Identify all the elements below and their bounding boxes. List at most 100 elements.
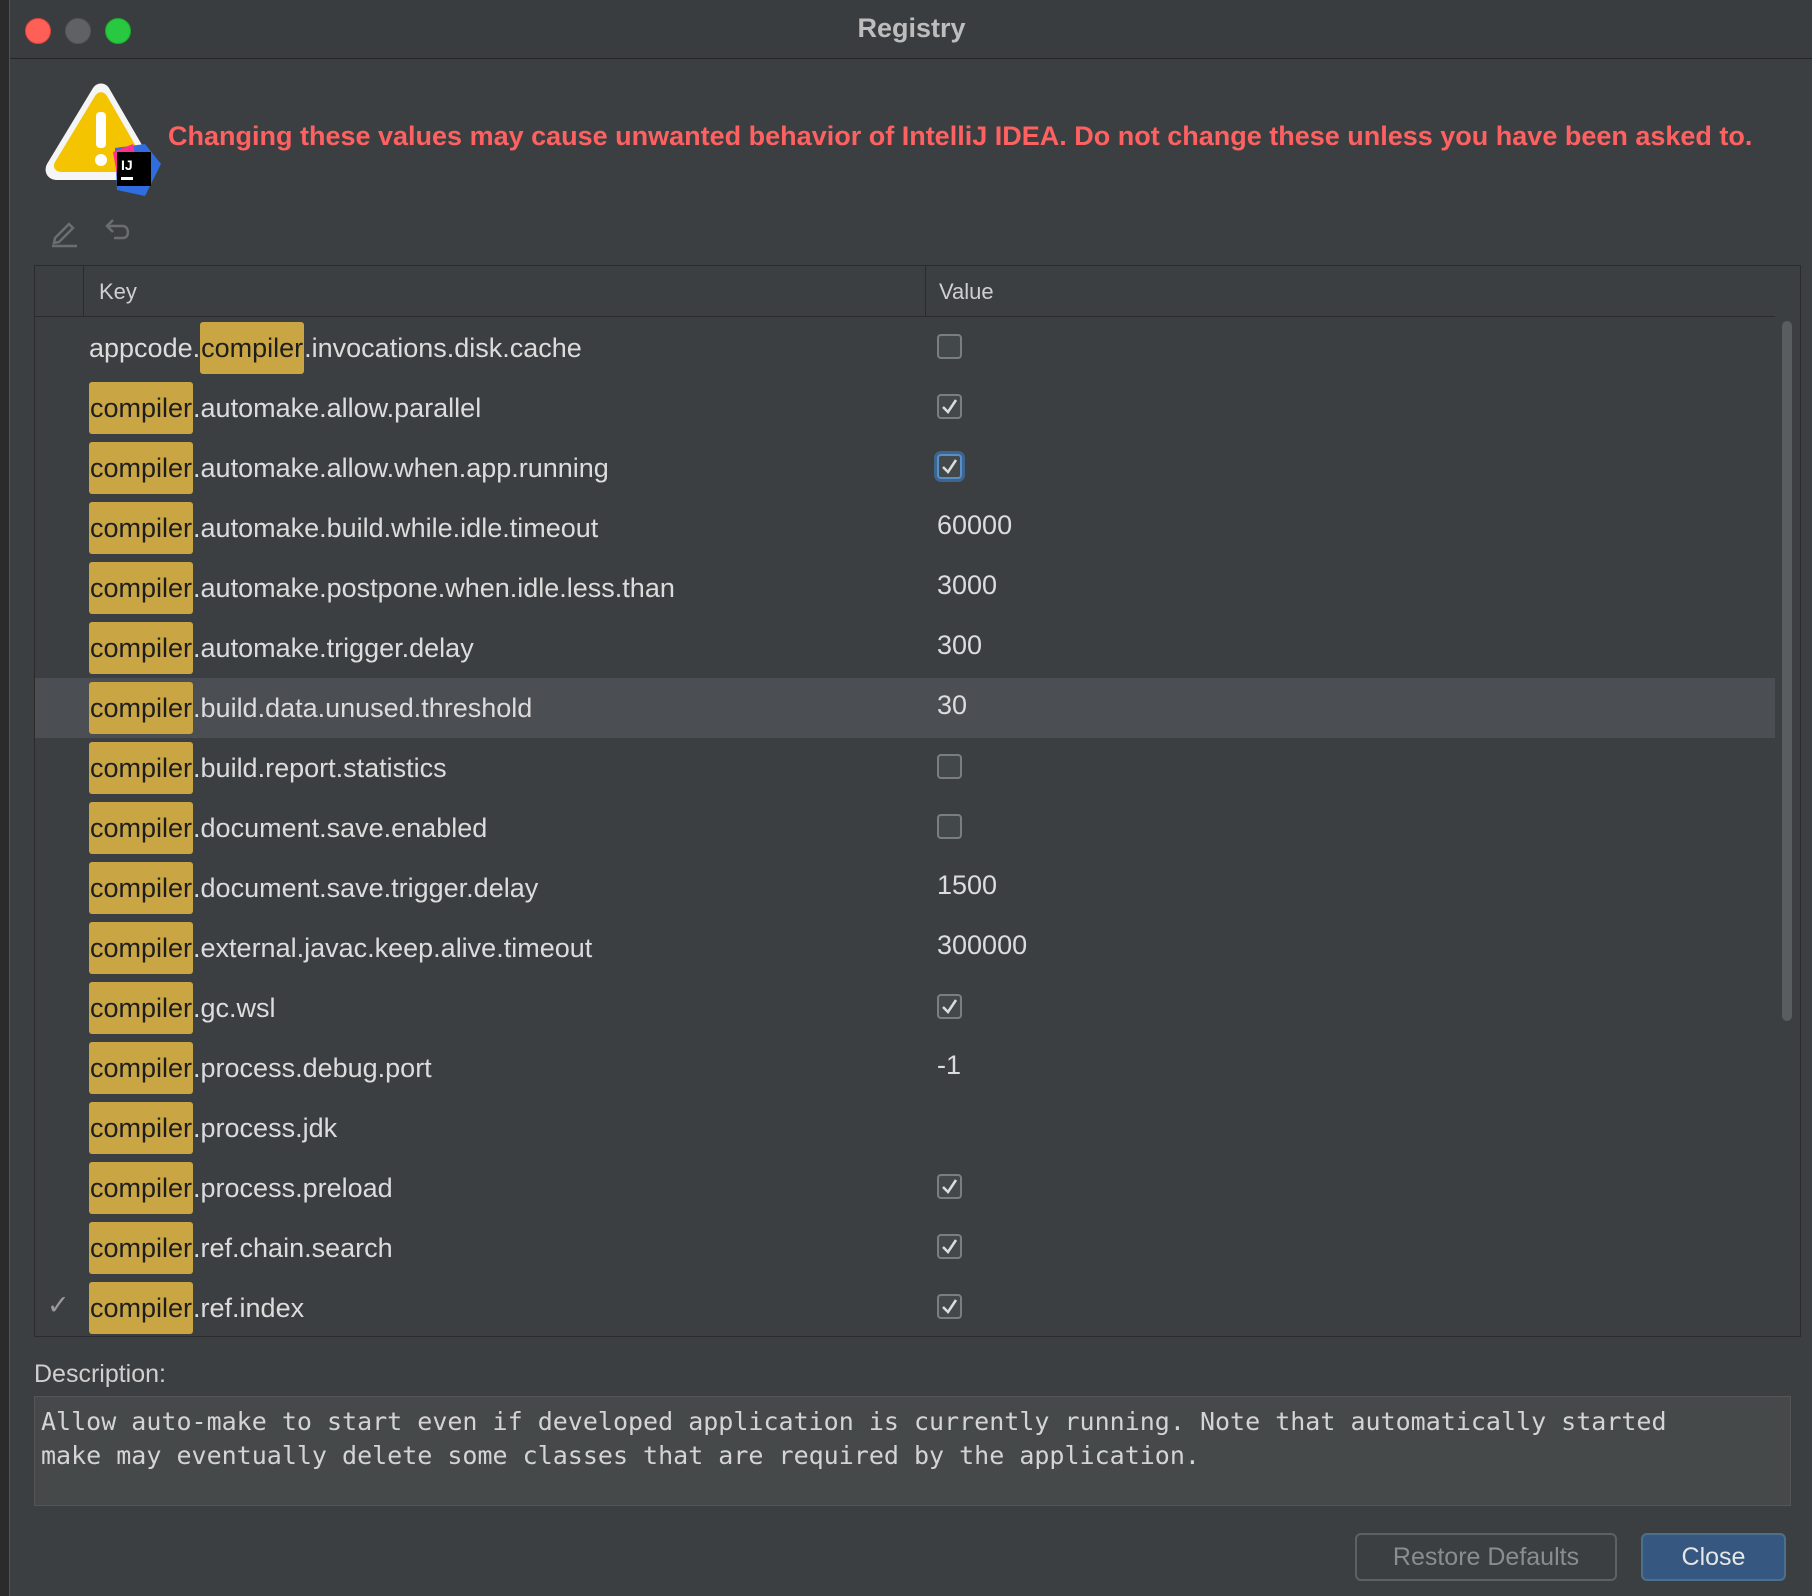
key-suffix: .process.jdk: [193, 1113, 338, 1143]
registry-key: compiler.automake.postpone.when.idle.les…: [89, 562, 675, 614]
table-row[interactable]: compiler.gc.wsl: [35, 978, 1775, 1038]
search-match-highlight: compiler: [89, 502, 194, 554]
key-suffix: .automake.allow.parallel: [193, 393, 482, 423]
table-row[interactable]: ✓ compiler.ref.index: [35, 1278, 1775, 1336]
table-row[interactable]: compiler.automake.allow.when.app.running: [35, 438, 1775, 498]
registry-key: compiler.process.preload: [89, 1162, 393, 1214]
registry-key: compiler.automake.allow.parallel: [89, 382, 481, 434]
registry-key: compiler.ref.chain.search: [89, 1222, 393, 1274]
value-checkbox[interactable]: [937, 814, 962, 839]
table-row[interactable]: compiler.document.save.trigger.delay 1500: [35, 858, 1775, 918]
value-checkbox[interactable]: [937, 454, 962, 479]
search-match-highlight: compiler: [89, 982, 194, 1034]
revert-button[interactable]: [100, 214, 134, 248]
check-icon: [942, 459, 958, 474]
search-match-highlight: compiler: [89, 862, 194, 914]
edit-button[interactable]: [47, 214, 81, 248]
table-row[interactable]: compiler.automake.trigger.delay 300: [35, 618, 1775, 678]
search-match-highlight: compiler: [89, 1282, 194, 1334]
table-row[interactable]: compiler.build.data.unused.threshold 30: [35, 678, 1775, 738]
value-checkbox[interactable]: [937, 394, 962, 419]
table-header: Key Value: [35, 266, 1775, 317]
table-scrollbar[interactable]: [1779, 321, 1795, 1331]
value-text[interactable]: 3000: [937, 570, 997, 601]
registry-key: compiler.gc.wsl: [89, 982, 276, 1034]
key-suffix: .automake.trigger.delay: [193, 633, 474, 663]
table-row[interactable]: compiler.automake.build.while.idle.timeo…: [35, 498, 1775, 558]
search-match-highlight: compiler: [89, 922, 194, 974]
description-text: Allow auto-make to start even if develop…: [34, 1396, 1791, 1506]
table-row[interactable]: compiler.ref.chain.search: [35, 1218, 1775, 1278]
key-suffix: .automake.build.while.idle.timeout: [193, 513, 599, 543]
key-suffix: .build.report.statistics: [193, 753, 447, 783]
search-match-highlight: compiler: [89, 562, 194, 614]
undo-icon: [105, 219, 130, 240]
value-checkbox[interactable]: [937, 1234, 962, 1259]
search-match-highlight: compiler: [89, 1162, 194, 1214]
table-row[interactable]: compiler.automake.allow.parallel: [35, 378, 1775, 438]
search-match-highlight: compiler: [89, 742, 194, 794]
restore-defaults-button[interactable]: Restore Defaults: [1355, 1533, 1617, 1581]
key-suffix: .process.preload: [193, 1173, 393, 1203]
registry-key: compiler.document.save.trigger.delay: [89, 862, 538, 914]
value-checkbox[interactable]: [937, 1174, 962, 1199]
registry-key: compiler.ref.index: [89, 1282, 304, 1334]
window-title: Registry: [857, 13, 966, 43]
registry-key: compiler.document.save.enabled: [89, 802, 487, 854]
check-icon: [942, 1179, 958, 1194]
value-text[interactable]: -1: [937, 1050, 961, 1081]
search-match-highlight: compiler: [89, 1222, 194, 1274]
close-button[interactable]: Close: [1641, 1533, 1786, 1581]
registry-key: compiler.automake.trigger.delay: [89, 622, 474, 674]
pencil-icon: [52, 222, 77, 248]
search-match-highlight: compiler: [89, 622, 194, 674]
table-row[interactable]: compiler.build.report.statistics: [35, 738, 1775, 798]
scrollbar-thumb[interactable]: [1782, 321, 1792, 1021]
search-match-highlight: compiler: [89, 802, 194, 854]
search-match-highlight: compiler: [200, 322, 305, 374]
table-row[interactable]: compiler.document.save.enabled: [35, 798, 1775, 858]
value-checkbox[interactable]: [937, 754, 962, 779]
value-checkbox[interactable]: [937, 994, 962, 1019]
key-suffix: .external.javac.keep.alive.timeout: [193, 933, 593, 963]
key-suffix: .document.save.trigger.delay: [193, 873, 539, 903]
title-bar: Registry: [10, 0, 1812, 59]
registry-key: appcode.compiler.invocations.disk.cache: [89, 322, 582, 374]
registry-key: compiler.build.data.unused.threshold: [89, 682, 532, 734]
registry-table: Key Value appcode.compiler.invocations.d…: [34, 265, 1801, 1337]
check-icon: [942, 1239, 958, 1254]
svg-text:IJ: IJ: [121, 157, 133, 173]
key-prefix: appcode.: [89, 333, 201, 363]
warning-message: Changing these values may cause unwanted…: [168, 121, 1753, 151]
value-checkbox[interactable]: [937, 1294, 962, 1319]
table-row[interactable]: compiler.process.preload: [35, 1158, 1775, 1218]
table-row[interactable]: compiler.process.debug.port -1: [35, 1038, 1775, 1098]
value-text[interactable]: 300000: [937, 930, 1027, 961]
search-match-highlight: compiler: [89, 1042, 194, 1094]
value-checkbox[interactable]: [937, 334, 962, 359]
table-row[interactable]: compiler.automake.postpone.when.idle.les…: [35, 558, 1775, 618]
table-row[interactable]: appcode.compiler.invocations.disk.cache: [35, 318, 1775, 378]
warning-intellij-icon: IJ: [35, 82, 170, 202]
key-suffix: .build.data.unused.threshold: [193, 693, 533, 723]
key-suffix: .ref.index: [193, 1293, 305, 1323]
registry-key: compiler.external.javac.keep.alive.timeo…: [89, 922, 592, 974]
column-header-value[interactable]: Value: [939, 279, 994, 305]
registry-key: compiler.process.jdk: [89, 1102, 337, 1154]
value-text[interactable]: 60000: [937, 510, 1012, 541]
key-suffix: .document.save.enabled: [193, 813, 488, 843]
registry-key: compiler.build.report.statistics: [89, 742, 447, 794]
registry-key: compiler.process.debug.port: [89, 1042, 432, 1094]
table-body: appcode.compiler.invocations.disk.cache c…: [35, 318, 1775, 1336]
value-text[interactable]: 300: [937, 630, 982, 661]
column-header-key[interactable]: Key: [99, 279, 137, 305]
key-suffix: .invocations.disk.cache: [304, 333, 582, 363]
value-text[interactable]: 1500: [937, 870, 997, 901]
registry-dialog: Registry IJ Changing these values may ca…: [9, 0, 1812, 1596]
search-match-highlight: compiler: [89, 682, 194, 734]
column-separator: [83, 266, 84, 316]
table-row[interactable]: compiler.external.javac.keep.alive.timeo…: [35, 918, 1775, 978]
value-text[interactable]: 30: [937, 690, 967, 721]
modified-marker: ✓: [47, 1290, 70, 1320]
table-row[interactable]: compiler.process.jdk: [35, 1098, 1775, 1158]
